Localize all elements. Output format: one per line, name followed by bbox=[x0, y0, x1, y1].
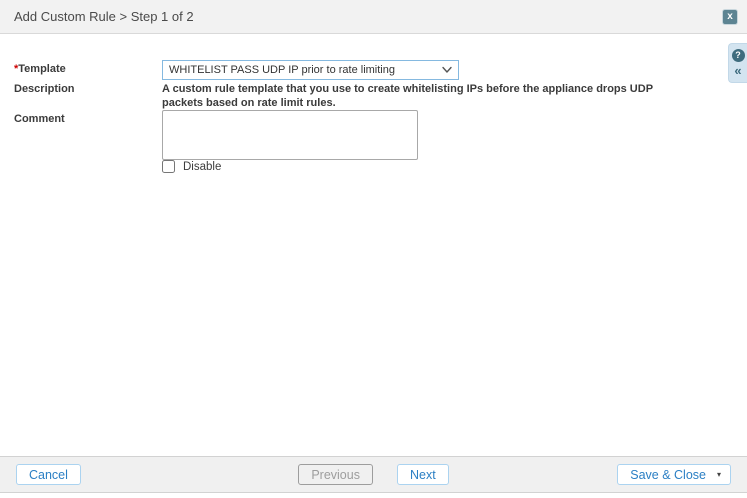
template-label: *Template bbox=[14, 60, 162, 75]
dialog-titlebar: Add Custom Rule > Step 1 of 2 x bbox=[0, 0, 747, 34]
add-custom-rule-dialog: Add Custom Rule > Step 1 of 2 x ? « *Tem… bbox=[0, 0, 747, 498]
template-label-text: Template bbox=[18, 63, 65, 75]
rule-form: *Template WHITELIST PASS UDP IP prior to… bbox=[0, 34, 747, 173]
collapse-panel-icon[interactable]: « bbox=[734, 65, 741, 77]
comment-label: Comment bbox=[14, 110, 162, 125]
help-panel-tab: ? « bbox=[728, 43, 747, 83]
save-and-close-button[interactable]: Save & Close ▾ bbox=[617, 464, 731, 485]
disable-row: Disable bbox=[14, 160, 707, 173]
disable-row-spacer bbox=[14, 160, 162, 163]
description-label: Description bbox=[14, 80, 162, 95]
close-icon[interactable]: x bbox=[723, 10, 737, 24]
save-and-close-label: Save & Close bbox=[630, 468, 706, 482]
caret-down-icon: ▾ bbox=[717, 471, 721, 479]
help-icon[interactable]: ? bbox=[732, 49, 745, 62]
dialog-content: ? « *Template WHITELIST PASS UDP IP prio… bbox=[0, 34, 747, 456]
description-text: A custom rule template that you use to c… bbox=[162, 80, 654, 110]
dialog-title: Add Custom Rule > Step 1 of 2 bbox=[14, 9, 723, 24]
previous-button[interactable]: Previous bbox=[298, 464, 373, 485]
disable-checkbox[interactable] bbox=[162, 160, 175, 173]
bottom-strip bbox=[0, 493, 747, 498]
cancel-button[interactable]: Cancel bbox=[16, 464, 81, 485]
comment-row: Comment bbox=[14, 110, 707, 160]
template-select-wrap: WHITELIST PASS UDP IP prior to rate limi… bbox=[162, 60, 459, 80]
footer-right: Save & Close ▾ bbox=[617, 464, 731, 485]
disable-label: Disable bbox=[183, 161, 221, 173]
description-row: Description A custom rule template that … bbox=[14, 80, 707, 110]
footer-left: Cancel bbox=[16, 464, 81, 485]
next-button[interactable]: Next bbox=[397, 464, 449, 485]
template-row: *Template WHITELIST PASS UDP IP prior to… bbox=[14, 60, 707, 80]
comment-input[interactable] bbox=[162, 110, 418, 160]
dialog-footer: Cancel Previous Next Save & Close ▾ bbox=[0, 456, 747, 493]
disable-field: Disable bbox=[162, 160, 221, 173]
template-select[interactable]: WHITELIST PASS UDP IP prior to rate limi… bbox=[162, 60, 459, 80]
